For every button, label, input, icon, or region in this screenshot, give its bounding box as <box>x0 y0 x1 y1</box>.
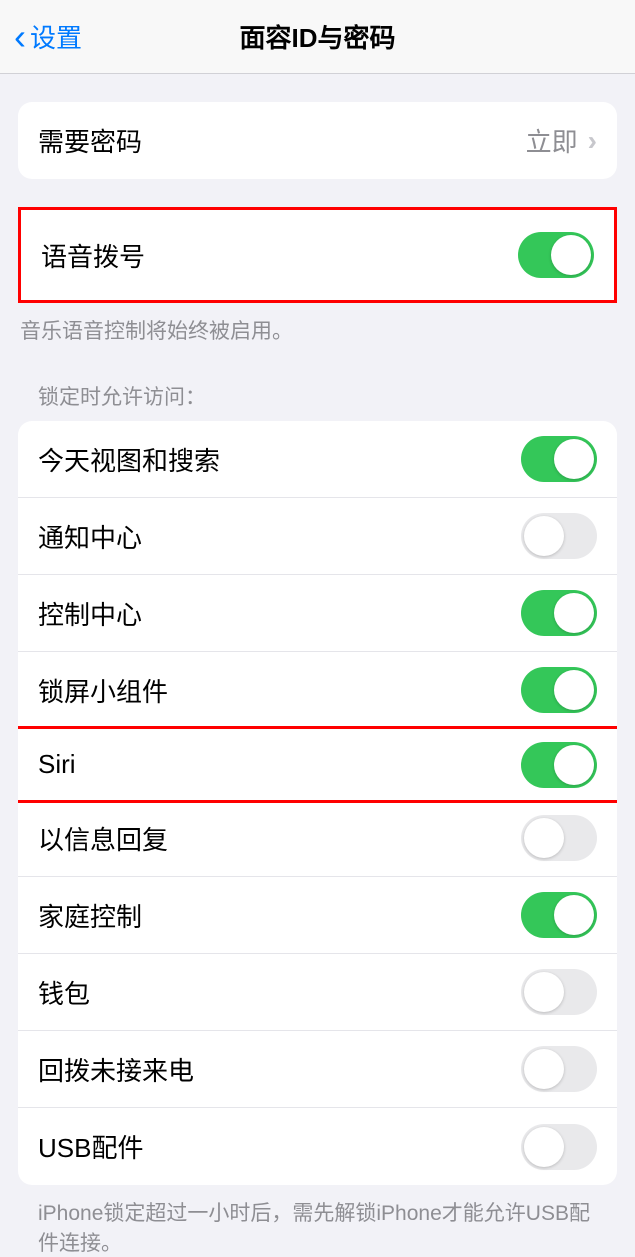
lock-access-label: 控制中心 <box>38 595 142 632</box>
voice-dial-toggle[interactable] <box>518 232 594 278</box>
toggle-knob <box>524 1049 564 1089</box>
voice-dial-row: 语音拨号 <box>21 210 614 300</box>
chevron-right-icon: › <box>588 125 597 157</box>
toggle-knob <box>554 895 594 935</box>
lock-access-label: 回拨未接来电 <box>38 1051 194 1088</box>
toggle-knob <box>551 235 591 275</box>
lock-access-toggle[interactable] <box>521 590 597 636</box>
require-passcode-value: 立即 <box>526 122 578 159</box>
lock-access-row: 今天视图和搜索 <box>18 421 617 498</box>
voice-dial-section-highlighted: 语音拨号 <box>18 207 617 303</box>
toggle-knob <box>554 745 594 785</box>
navigation-bar: ‹ 设置 面容ID与密码 <box>0 0 635 74</box>
lock-access-list: 今天视图和搜索通知中心控制中心锁屏小组件 Siri 以信息回复家庭控制钱包回拨未接来… <box>18 421 617 1185</box>
lock-access-label: 通知中心 <box>38 518 142 555</box>
lock-access-label: 锁屏小组件 <box>38 672 168 709</box>
lock-access-footer: iPhone锁定超过一小时后，需先解锁iPhone才能允许USB配件连接。 <box>18 1185 617 1257</box>
lock-access-row: 控制中心 <box>18 575 617 652</box>
toggle-knob <box>554 593 594 633</box>
lock-access-toggle[interactable] <box>521 815 597 861</box>
toggle-knob <box>554 439 594 479</box>
lock-access-label: 以信息回复 <box>38 820 168 857</box>
lock-access-toggle[interactable] <box>521 1124 597 1170</box>
lock-access-label: USB配件 <box>38 1128 143 1165</box>
lock-access-label: 家庭控制 <box>38 897 142 934</box>
lock-access-header: 锁定时允许访问： <box>18 381 617 421</box>
toggle-knob <box>554 670 594 710</box>
lock-access-label: 今天视图和搜索 <box>38 441 220 478</box>
lock-access-row: 钱包 <box>18 954 617 1031</box>
lock-access-row: 锁屏小组件 <box>18 652 617 729</box>
toggle-knob <box>524 1127 564 1167</box>
lock-access-label: 钱包 <box>38 974 90 1011</box>
lock-access-toggle[interactable] <box>521 892 597 938</box>
page-title: 面容ID与密码 <box>239 18 395 55</box>
back-button[interactable]: ‹ 设置 <box>0 18 82 55</box>
lock-access-row: 家庭控制 <box>18 877 617 954</box>
voice-dial-label: 语音拨号 <box>41 237 145 274</box>
lock-access-toggle[interactable] <box>521 436 597 482</box>
lock-access-toggle[interactable] <box>521 513 597 559</box>
lock-access-toggle[interactable] <box>521 667 597 713</box>
lock-access-row: 回拨未接来电 <box>18 1031 617 1108</box>
lock-access-toggle[interactable] <box>521 969 597 1015</box>
lock-access-row: Siri <box>18 726 617 803</box>
lock-access-row: USB配件 <box>18 1108 617 1185</box>
toggle-knob <box>524 972 564 1012</box>
lock-access-toggle[interactable] <box>521 742 597 788</box>
lock-access-row: 以信息回复 <box>18 800 617 877</box>
toggle-knob <box>524 818 564 858</box>
voice-dial-footer: 音乐语音控制将始终被启用。 <box>0 303 635 345</box>
back-label: 设置 <box>30 18 82 55</box>
toggle-knob <box>524 516 564 556</box>
lock-access-toggle[interactable] <box>521 1046 597 1092</box>
require-passcode-row[interactable]: 需要密码 立即 › <box>18 102 617 179</box>
lock-access-label: Siri <box>38 749 76 780</box>
chevron-left-icon: ‹ <box>14 19 26 55</box>
require-passcode-label: 需要密码 <box>38 122 142 159</box>
lock-access-row: 通知中心 <box>18 498 617 575</box>
